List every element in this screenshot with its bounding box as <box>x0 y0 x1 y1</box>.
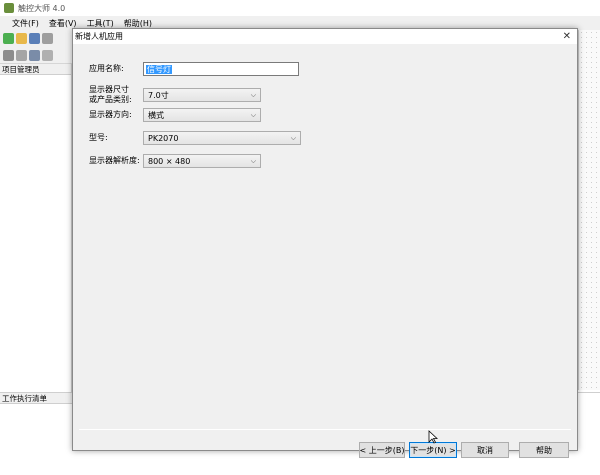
mouse-pointer-icon <box>428 430 438 444</box>
project-manager-title: 项目管理员 <box>0 64 71 75</box>
toolbar <box>0 30 72 64</box>
save-icon[interactable] <box>29 33 40 44</box>
orientation-select[interactable]: 横式 ⌵ <box>143 108 261 122</box>
display-size-value: 7.0寸 <box>148 90 169 100</box>
chevron-down-icon: ⌵ <box>250 110 256 119</box>
app-name-label: 应用名称: <box>89 64 124 73</box>
new-hmi-dialog: 新增人机应用 ✕ 应用名称: 信号灯 显示器尺寸 或产品类别: 7.0寸 ⌵ 显… <box>72 28 578 458</box>
back-button[interactable]: < 上一步(B) <box>359 442 405 458</box>
menu-help[interactable]: 帮助(H) <box>124 18 152 29</box>
chevron-down-icon: ⌵ <box>290 133 296 142</box>
app-logo-icon <box>4 3 14 13</box>
cut-icon[interactable] <box>42 33 53 44</box>
new-icon[interactable] <box>3 33 14 44</box>
orientation-row: 显示器方向: 横式 ⌵ <box>89 108 261 122</box>
bottom-right-area <box>578 392 600 475</box>
download-icon[interactable] <box>29 50 40 61</box>
task-list-panel: 工作执行清单 <box>0 392 72 475</box>
display-size-row: 显示器尺寸 或产品类别: 7.0寸 ⌵ <box>89 85 261 105</box>
next-button[interactable]: 下一步(N) > <box>409 442 457 458</box>
dialog-body: 应用名称: 信号灯 显示器尺寸 或产品类别: 7.0寸 ⌵ 显示器方向: 横式 … <box>73 44 577 458</box>
model-select[interactable]: PK2070 ⌵ <box>143 131 301 145</box>
model-value: PK2070 <box>148 133 179 143</box>
dialog-title-bar: 新增人机应用 ✕ <box>73 29 577 44</box>
chevron-down-icon: ⌵ <box>250 90 256 99</box>
copy-icon[interactable] <box>3 50 14 61</box>
app-name-row: 应用名称: 信号灯 <box>89 62 299 76</box>
design-canvas <box>578 30 600 390</box>
task-list-title: 工作执行清单 <box>0 393 72 404</box>
resolution-value: 800 × 480 <box>148 156 191 166</box>
app-name-input[interactable]: 信号灯 <box>143 62 299 76</box>
model-label: 型号: <box>89 133 108 142</box>
orientation-value: 横式 <box>148 110 164 120</box>
resolution-label: 显示器解析度: <box>89 156 140 165</box>
menu-tools[interactable]: 工具(T) <box>87 18 114 29</box>
dialog-title: 新增人机应用 <box>75 32 123 41</box>
close-icon[interactable]: ✕ <box>563 31 571 42</box>
menu-file[interactable]: 文件(F) <box>12 18 39 29</box>
resolution-row: 显示器解析度: 800 × 480 ⌵ <box>89 154 261 168</box>
project-manager-panel: 项目管理员 <box>0 64 72 392</box>
app-title: 触控大师 4.0 <box>18 3 66 13</box>
display-size-label-line2: 或产品类别: <box>89 95 132 104</box>
chevron-down-icon: ⌵ <box>250 156 256 165</box>
app-title-bar: 触控大师 4.0 <box>0 0 600 16</box>
help-button[interactable]: 帮助 <box>519 442 569 458</box>
model-row: 型号: PK2070 ⌵ <box>89 131 301 145</box>
display-size-label-line1: 显示器尺寸 <box>89 85 129 94</box>
paste-icon[interactable] <box>16 50 27 61</box>
dialog-divider <box>79 429 571 430</box>
tool-icon[interactable] <box>42 50 53 61</box>
resolution-select[interactable]: 800 × 480 ⌵ <box>143 154 261 168</box>
menu-view[interactable]: 查看(V) <box>49 18 77 29</box>
display-size-select[interactable]: 7.0寸 ⌵ <box>143 88 261 102</box>
display-size-label: 显示器尺寸 或产品类别: <box>89 85 143 105</box>
orientation-label: 显示器方向: <box>89 110 132 119</box>
app-name-value: 信号灯 <box>146 65 172 74</box>
open-folder-icon[interactable] <box>16 33 27 44</box>
cancel-button[interactable]: 取消 <box>461 442 509 458</box>
